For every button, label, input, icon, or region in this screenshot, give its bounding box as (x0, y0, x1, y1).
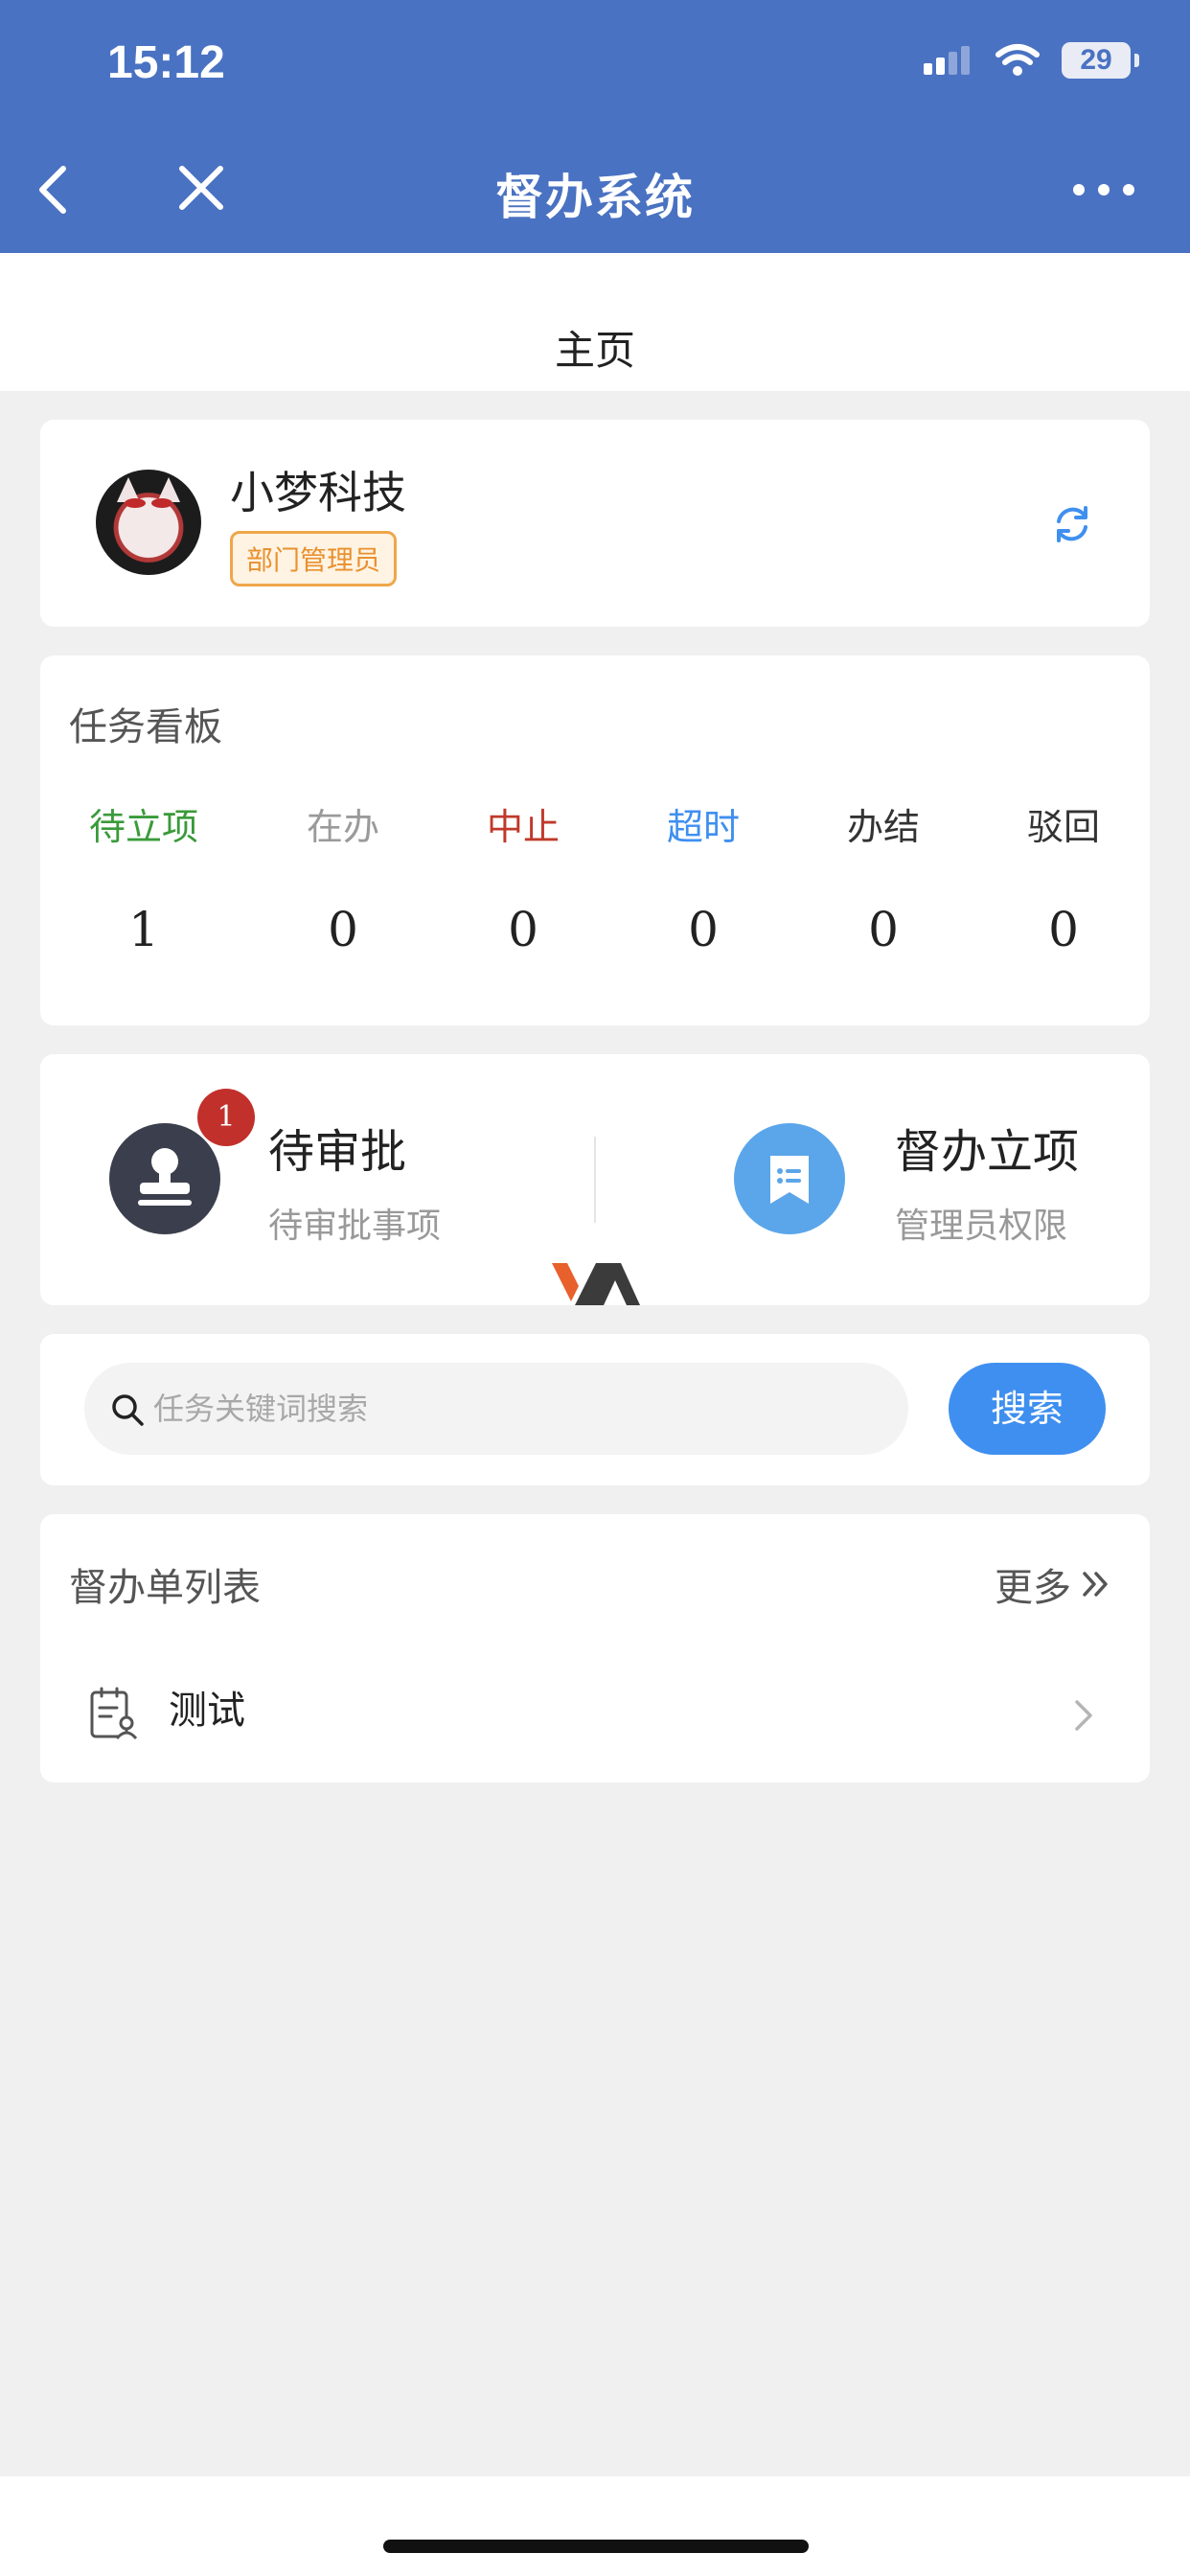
search-box (84, 1363, 908, 1455)
supervision-list-card: 督办单列表 更多 测试 (40, 1514, 1150, 1782)
search-icon (112, 1394, 144, 1426)
board-col-suspended[interactable]: 中止 0 (437, 797, 609, 957)
board-label: 中止 (486, 806, 560, 848)
board-col-overdue[interactable]: 超时 0 (617, 797, 790, 957)
board-col-rejected[interactable]: 驳回 0 (977, 797, 1150, 957)
more-icon[interactable] (1073, 184, 1134, 196)
profile-name: 小梦科技 (230, 467, 406, 518)
role-badge: 部门管理员 (230, 531, 398, 586)
pending-approval-title[interactable]: 待审批 (268, 1114, 406, 1181)
pending-approval-subtitle: 待审批事项 (268, 1207, 442, 1246)
watermark-logo (552, 1263, 640, 1305)
task-board-card: 任务看板 待立项 1 在办 0 中止 0 超时 0 办结 0 驳回 0 (40, 656, 1150, 1025)
avatar (96, 470, 201, 575)
signal-icon (924, 46, 970, 75)
list-title: 督办单列表 (69, 1566, 261, 1610)
create-supervision-title[interactable]: 督办立项 (895, 1114, 1079, 1181)
more-link[interactable]: 更多 (995, 1556, 1111, 1612)
status-icons: 29 (924, 42, 1139, 79)
board-col-in-progress[interactable]: 在办 0 (257, 797, 429, 957)
list-item-label: 测试 (169, 1689, 245, 1733)
clipboard-user-icon (90, 1687, 138, 1740)
nav-title: 督办系统 (495, 170, 695, 225)
bottom-bar (0, 2476, 1190, 2576)
pending-count-badge: 1 (197, 1089, 255, 1146)
battery-level: 29 (1080, 44, 1112, 76)
board-label: 超时 (666, 806, 740, 848)
page-title: 主页 (554, 327, 635, 374)
status-time: 15:12 (107, 37, 225, 88)
refresh-icon[interactable] (1050, 502, 1094, 546)
double-chevron-right-icon (1083, 1572, 1108, 1597)
board-col-completed[interactable]: 办结 0 (797, 797, 970, 957)
board-count: 0 (1048, 902, 1079, 957)
search-input[interactable] (153, 1363, 881, 1455)
chevron-right-icon (1075, 1700, 1092, 1731)
board-col-pending[interactable]: 待立项 1 (57, 797, 230, 957)
actions-card: 1 待审批 待审批事项 督办立项 管理员权限 (40, 1054, 1150, 1305)
page-title-bar: 主页 (0, 253, 1190, 391)
board-label: 待立项 (88, 806, 198, 848)
divider (594, 1137, 596, 1223)
document-icon[interactable] (734, 1123, 845, 1234)
board-label: 办结 (846, 806, 920, 848)
battery-icon: 29 (1062, 42, 1139, 79)
wifi-icon (995, 44, 1040, 76)
home-indicator[interactable] (383, 2540, 809, 2553)
board-count: 0 (688, 902, 719, 957)
app-header: 15:12 29 督办系统 (0, 0, 1190, 253)
create-supervision-subtitle: 管理员权限 (895, 1207, 1068, 1246)
board-count: 1 (128, 902, 159, 957)
board-count: 0 (868, 902, 899, 957)
board-count: 0 (328, 902, 358, 957)
board-count: 0 (508, 902, 538, 957)
more-link-label: 更多 (995, 1566, 1071, 1610)
board-label: 在办 (306, 806, 379, 848)
profile-card: 小梦科技 部门管理员 (40, 420, 1150, 627)
search-button[interactable]: 搜索 (949, 1363, 1106, 1455)
list-item[interactable]: 测试 (40, 1675, 1150, 1775)
task-board-title: 任务看板 (69, 705, 222, 749)
search-card: 搜索 (40, 1334, 1150, 1485)
stamp-icon[interactable] (109, 1123, 220, 1234)
board-label: 驳回 (1026, 806, 1100, 848)
